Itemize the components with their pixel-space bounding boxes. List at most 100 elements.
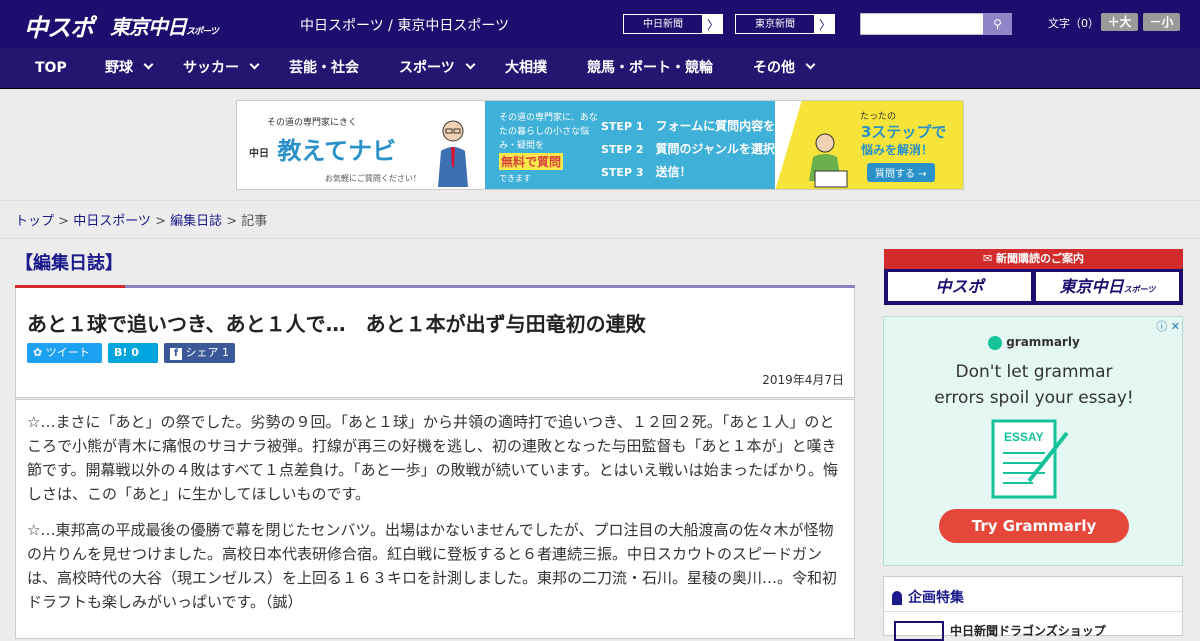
chevron-down-icon [143,59,154,70]
banner-brand: 中日 教えてナビ [249,131,396,166]
banner-catch: その道の専門家にきく [267,118,358,128]
nav-label: その他 [753,60,795,76]
chunichi-shimbun-link[interactable]: 中日新聞 〉 [622,13,724,35]
subscribe-chuspo-link[interactable]: 中スポ [888,272,1031,301]
facebook-icon: f [170,348,182,360]
banner-steps: STEP 1 フォームに質問内容を入力 STEP 2 質問のジャンルを選択 ST… [601,115,799,184]
breadcrumb-sep: > [222,214,242,229]
article-date: 2019年4月7日 [762,373,844,387]
ribbon-icon [892,591,902,605]
ad-text: Don't let grammar errors spoil your essa… [884,359,1184,411]
banner-left: その道の専門家にきく 中日 教えてナビ お気軽にご質問ください！ [237,101,485,189]
nav-racing[interactable]: 競馬・ボート・競輪 [587,48,713,89]
feature-box: 企画特集 中日新聞ドラゴンズショップ [883,576,1183,641]
nav-entertainment[interactable]: 芸能・社会 [289,48,359,89]
site-header: 中スポ 東京中日スポーツ 中日スポーツ / 東京中日スポーツ 中日新聞 〉 東京… [0,0,1200,48]
breadcrumb-chunichi-sports[interactable]: 中日スポーツ [73,214,151,229]
banner-desc: その道の専門家に、あなたの暮らしの小さな悩み・疑問を [499,113,598,151]
main-nav: TOP 野球 サッカー 芸能・社会 スポーツ 大相撲 競馬・ボート・競輪 その他 [0,48,1200,89]
ad-doc-label: ESSAY [1004,430,1044,444]
businessman-illustration [438,120,468,187]
laptop-man-illustration [809,133,848,188]
step-text: 送信！ [655,165,692,179]
nav-label: 野球 [105,60,133,76]
nav-top[interactable]: TOP [35,48,67,89]
section-title: 【編集日誌】 [15,253,123,274]
tokyo-chunichi-logo[interactable]: 東京中日スポーツ [110,11,219,40]
chevron-right-icon: 〉 [818,18,831,32]
feature-header-label: 企画特集 [908,590,964,606]
banner-brand-small: 中日 [249,148,269,160]
ad-choices-icon[interactable]: ⓘ ✕ [1156,318,1180,334]
nav-label: サッカー [183,60,239,76]
nav-soccer[interactable]: サッカー [183,48,260,89]
article-title: あと１球で追いつき、あと１人で… あと１本が出ず与田竜初の連敗 [27,312,646,336]
chevron-down-icon [465,59,476,70]
grammarly-ad[interactable]: ⓘ ✕ grammarly Don't let grammar errors s… [883,316,1183,566]
try-grammarly-button[interactable]: Try Grammarly [939,509,1129,543]
hatena-bookmark-button[interactable]: B! 0 [108,343,158,363]
tweet-label: ツイート [45,346,90,359]
subscribe-tokyo-link[interactable]: 東京中日スポーツ [1036,272,1179,301]
banner-ask-button[interactable]: 質問する → [867,163,935,182]
essay-document-icon: ESSAY [991,419,1069,499]
article-paragraph: ☆…まさに「あと」の祭でした。劣勢の９回。「あと１球」から井領の適時打で追いつき… [27,413,839,503]
chunichi-shimbun-label: 中日新聞 [623,14,703,34]
grammarly-brand-label: grammarly [1006,335,1080,349]
feature-item-dragons-shop[interactable]: 中日新聞ドラゴンズショップ [950,622,1106,639]
site-name: 中日スポーツ / 東京中日スポーツ [300,18,510,34]
subscribe-tokyo-label: 東京中日 [1059,277,1124,296]
subscription-header: ✉ 新聞購読のご案内 [884,249,1183,269]
nav-label: 大相撲 [505,60,547,76]
tokyo-shimbun-link[interactable]: 東京新聞 〉 [734,13,836,35]
tokyo-logo-sub: スポーツ [186,27,219,37]
breadcrumb-sep: > [150,214,171,229]
nav-sumo[interactable]: 大相撲 [505,48,547,89]
nav-other[interactable]: その他 [753,48,816,89]
tweet-button[interactable]: ✿ ツイート [27,343,102,363]
ad-line-1: Don't let grammar [955,362,1113,382]
nav-label: 芸能・社会 [289,60,359,76]
subscribe-tokyo-sub: スポーツ [1123,285,1156,294]
step-3: STEP 3 送信！ [601,161,799,184]
grammarly-brand: grammarly [884,335,1184,350]
step-num: STEP 3 [601,166,644,179]
banner-middle: その道の専門家に、あなたの暮らしの小さな悩み・疑問を 無料で質問 できます ST… [485,101,799,189]
chevron-down-icon [805,59,816,70]
breadcrumb-top[interactable]: トップ [15,214,54,229]
font-smaller-button[interactable]: －小 [1143,13,1180,31]
chuspo-logo[interactable]: 中スポ [24,8,94,43]
banner-desc-end: できます [499,174,531,183]
nav-label: TOP [35,60,67,76]
breadcrumb-sep: > [54,214,74,229]
nav-label: スポーツ [399,60,455,76]
chevron-right-icon: 〉 [706,18,719,32]
step-num: STEP 1 [601,120,644,133]
font-larger-button[interactable]: ＋大 [1101,13,1138,31]
newspaper-icon: ✉ [982,252,993,265]
oshiete-navi-banner[interactable]: その道の専門家にきく 中日 教えてナビ お気軽にご質問ください！ その道の専門家… [236,100,964,190]
twitter-icon: ✿ [33,346,43,359]
tokyo-logo-text: 東京中日 [110,15,187,39]
breadcrumb-editorial-diary[interactable]: 編集日誌 [170,214,222,229]
banner-highlight: 無料で質問 [499,153,564,170]
ad-line-2: errors spoil your essay! [934,388,1134,408]
feature-thumbnail[interactable] [894,621,944,641]
article-paragraph: ☆…東邦高の平成最後の優勝で幕を閉じたセンバツ。出場はかないませんでしたが、プロ… [27,521,838,611]
nav-baseball[interactable]: 野球 [105,48,154,89]
step-num: STEP 2 [601,143,644,156]
subscription-box: ✉ 新聞購読のご案内 中スポ 東京中日スポーツ [884,249,1183,305]
step-text: フォームに質問内容を入力 [655,119,800,133]
breadcrumb-current: 記事 [241,214,268,229]
facebook-share-button[interactable]: f シェア 1 [164,343,235,363]
grammarly-icon [988,335,1003,350]
search-button[interactable]: ⚲ [983,13,1012,35]
step-2: STEP 2 質問のジャンルを選択 [601,138,799,161]
banner-right-2: 3ステップで [861,123,947,141]
step-text: 質問のジャンルを選択 [655,142,775,156]
nav-label: 競馬・ボート・競輪 [587,60,713,76]
nav-sports[interactable]: スポーツ [399,48,476,89]
breadcrumb: トップ > 中日スポーツ > 編集日誌 > 記事 [0,200,1200,239]
article-header: あと１球で追いつき、あと１人で… あと１本が出ず与田竜初の連敗 ✿ ツイート B… [15,288,855,398]
banner-note: お気軽にご質問ください！ [325,174,421,183]
